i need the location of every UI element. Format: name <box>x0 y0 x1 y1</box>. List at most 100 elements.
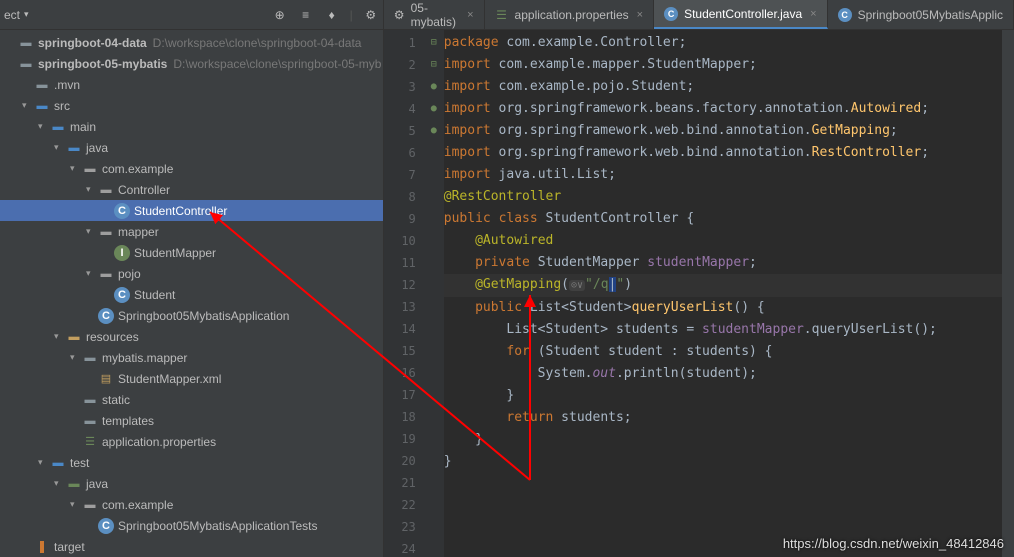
tab-studentcontroller-java[interactable]: C StudentController.java × <box>654 0 828 29</box>
tree-label: templates <box>102 414 154 428</box>
chevron-icon[interactable]: ▾ <box>70 163 80 174</box>
package-icon: ▬ <box>82 497 98 513</box>
tree-item-com-example[interactable]: ▾▬ com.example <box>0 494 383 515</box>
package-icon: ▬ <box>98 266 114 282</box>
chevron-icon[interactable]: ▾ <box>86 268 96 279</box>
chevron-icon[interactable]: ▾ <box>70 352 80 363</box>
tree-item-resources[interactable]: ▾▬resources <box>0 326 383 347</box>
tree-item--mvn[interactable]: ▬ .mvn <box>0 74 383 95</box>
folder-icon: ▬ <box>18 35 34 51</box>
scrollbar[interactable] <box>1002 30 1014 557</box>
tab-label: application.properties <box>515 8 629 22</box>
tree-item-main[interactable]: ▾▬main <box>0 116 383 137</box>
tree-item-templates[interactable]: ▬ templates <box>0 410 383 431</box>
package-icon: ▬ <box>82 161 98 177</box>
locate-icon[interactable]: ⊕ <box>272 7 288 23</box>
tree-label: StudentController <box>134 204 227 218</box>
close-icon[interactable]: × <box>810 8 816 20</box>
folder-icon: ▬ <box>66 140 82 156</box>
folder-icon: ▬ <box>50 119 66 135</box>
tree-label: StudentMapper.xml <box>118 372 221 386</box>
tree-label: mapper <box>118 225 159 239</box>
class-icon: C <box>664 7 678 21</box>
tree-item-com-example[interactable]: ▾▬ com.example <box>0 158 383 179</box>
chevron-icon[interactable]: ▾ <box>38 457 48 468</box>
tree-label: target <box>54 540 85 554</box>
chevron-icon[interactable]: ▾ <box>70 499 80 510</box>
tree-item-java[interactable]: ▾▬java <box>0 473 383 494</box>
gutter-icons[interactable]: ⊟⊟●●● <box>424 30 444 557</box>
target-icon <box>34 539 50 555</box>
tree-label: test <box>70 456 89 470</box>
tree-item-static[interactable]: ▬static <box>0 389 383 410</box>
tab-05-mybatis-[interactable]: ⚙05-mybatis)× <box>384 0 485 29</box>
tree-item-springboot-05-mybatis[interactable]: ▬springboot-05-mybatisD:\workspace\clone… <box>0 53 383 74</box>
tree-label: application.properties <box>102 435 216 449</box>
expand-icon[interactable]: ≡ <box>298 7 314 23</box>
tree-label: Springboot05MybatisApplication <box>118 309 289 323</box>
tree-item-pojo[interactable]: ▾▬pojo <box>0 263 383 284</box>
tree-item-java[interactable]: ▾▬ java <box>0 137 383 158</box>
close-icon[interactable]: × <box>637 9 643 21</box>
properties-icon: ☰ <box>82 434 98 450</box>
folder-icon: ▬ <box>66 476 82 492</box>
tree-item-studentmapper-xml[interactable]: ▤ StudentMapper.xml <box>0 368 383 389</box>
tab-label: StudentController.java <box>684 7 802 21</box>
chevron-icon[interactable]: ▾ <box>54 331 64 342</box>
tree-label: com.example <box>102 498 173 512</box>
tree-label: springboot-04-data <box>38 36 147 50</box>
path-hint: D:\workspace\clone\springboot-05-myb <box>173 57 381 71</box>
chevron-icon[interactable]: ▾ <box>54 142 64 153</box>
tree-item-springboot05mybatisapplicationtests[interactable]: CSpringboot05MybatisApplicationTests <box>0 515 383 536</box>
class-icon: C <box>114 203 130 219</box>
tree-item-test[interactable]: ▾▬ test <box>0 452 383 473</box>
tab-application-properties[interactable]: ☰application.properties× <box>485 0 655 29</box>
editor-tabs: ⚙05-mybatis)×☰application.properties×CSt… <box>384 0 1014 30</box>
tree-item-springboot05mybatisapplication[interactable]: CSpringboot05MybatisApplication <box>0 305 383 326</box>
chevron-icon[interactable]: ▾ <box>86 184 96 195</box>
tree-item-mybatis-mapper[interactable]: ▾▬ mybatis.mapper <box>0 347 383 368</box>
tree-label: src <box>54 99 70 113</box>
tree-label: static <box>102 393 130 407</box>
tree-label: .mvn <box>54 78 80 92</box>
chevron-icon[interactable]: ▾ <box>54 478 64 489</box>
project-tree[interactable]: ▬ springboot-04-data D:\workspace\clone\sp… <box>0 30 383 557</box>
chevron-down-icon[interactable]: ▾ <box>24 9 29 20</box>
resources-folder-icon: ▬ <box>66 329 82 345</box>
folder-icon: ▬ <box>82 350 98 366</box>
folder-icon: ▬ <box>18 56 34 72</box>
tree-item-studentmapper[interactable]: IStudentMapper <box>0 242 383 263</box>
folder-icon: ▬ <box>50 455 66 471</box>
tab-springboot05mybatisapplic[interactable]: CSpringboot05MybatisApplic <box>828 0 1014 29</box>
folder-icon: ▬ <box>82 413 98 429</box>
tree-item-target[interactable]: target <box>0 536 383 557</box>
tree-item-application-properties[interactable]: ☰ application.properties <box>0 431 383 452</box>
chevron-icon[interactable]: ▾ <box>86 226 96 237</box>
path-hint: D:\workspace\clone\springboot-04-data <box>153 36 362 50</box>
tree-item-student[interactable]: CStudent <box>0 284 383 305</box>
close-icon[interactable]: × <box>467 9 473 21</box>
package-icon: ▬ <box>98 224 114 240</box>
folder-icon: ▬ <box>34 77 50 93</box>
tree-item-controller[interactable]: ▾▬Controller <box>0 179 383 200</box>
tree-item-mapper[interactable]: ▾▬ mapper <box>0 221 383 242</box>
chevron-icon[interactable]: ▾ <box>38 121 48 132</box>
line-gutter[interactable]: 123456789101112131415161718192021222324 <box>384 30 424 557</box>
tree-item-studentcontroller[interactable]: C StudentController <box>0 200 383 221</box>
tree-label: StudentMapper <box>134 246 216 260</box>
tab-label: 05-mybatis) <box>411 1 460 29</box>
tree-label: mybatis.mapper <box>102 351 187 365</box>
xml-icon: ▤ <box>98 371 114 387</box>
code-editor[interactable]: package com.example.Controller;import co… <box>444 30 1002 557</box>
tree-label: java <box>86 141 108 155</box>
chevron-icon[interactable]: ▾ <box>22 100 32 111</box>
collapse-icon[interactable]: ♦ <box>324 7 340 23</box>
tree-label: com.example <box>102 162 173 176</box>
package-icon: ▬ <box>98 182 114 198</box>
project-dropdown[interactable]: ect <box>4 8 20 22</box>
tree-item-springboot-04-data[interactable]: ▬ springboot-04-data D:\workspace\clone\sp… <box>0 32 383 53</box>
gear-icon[interactable]: ⚙ <box>363 7 379 23</box>
watermark: https://blog.csdn.net/weixin_48412846 <box>783 536 1004 551</box>
tree-label: Springboot05MybatisApplicationTests <box>118 519 317 533</box>
tree-item-src[interactable]: ▾▬src <box>0 95 383 116</box>
